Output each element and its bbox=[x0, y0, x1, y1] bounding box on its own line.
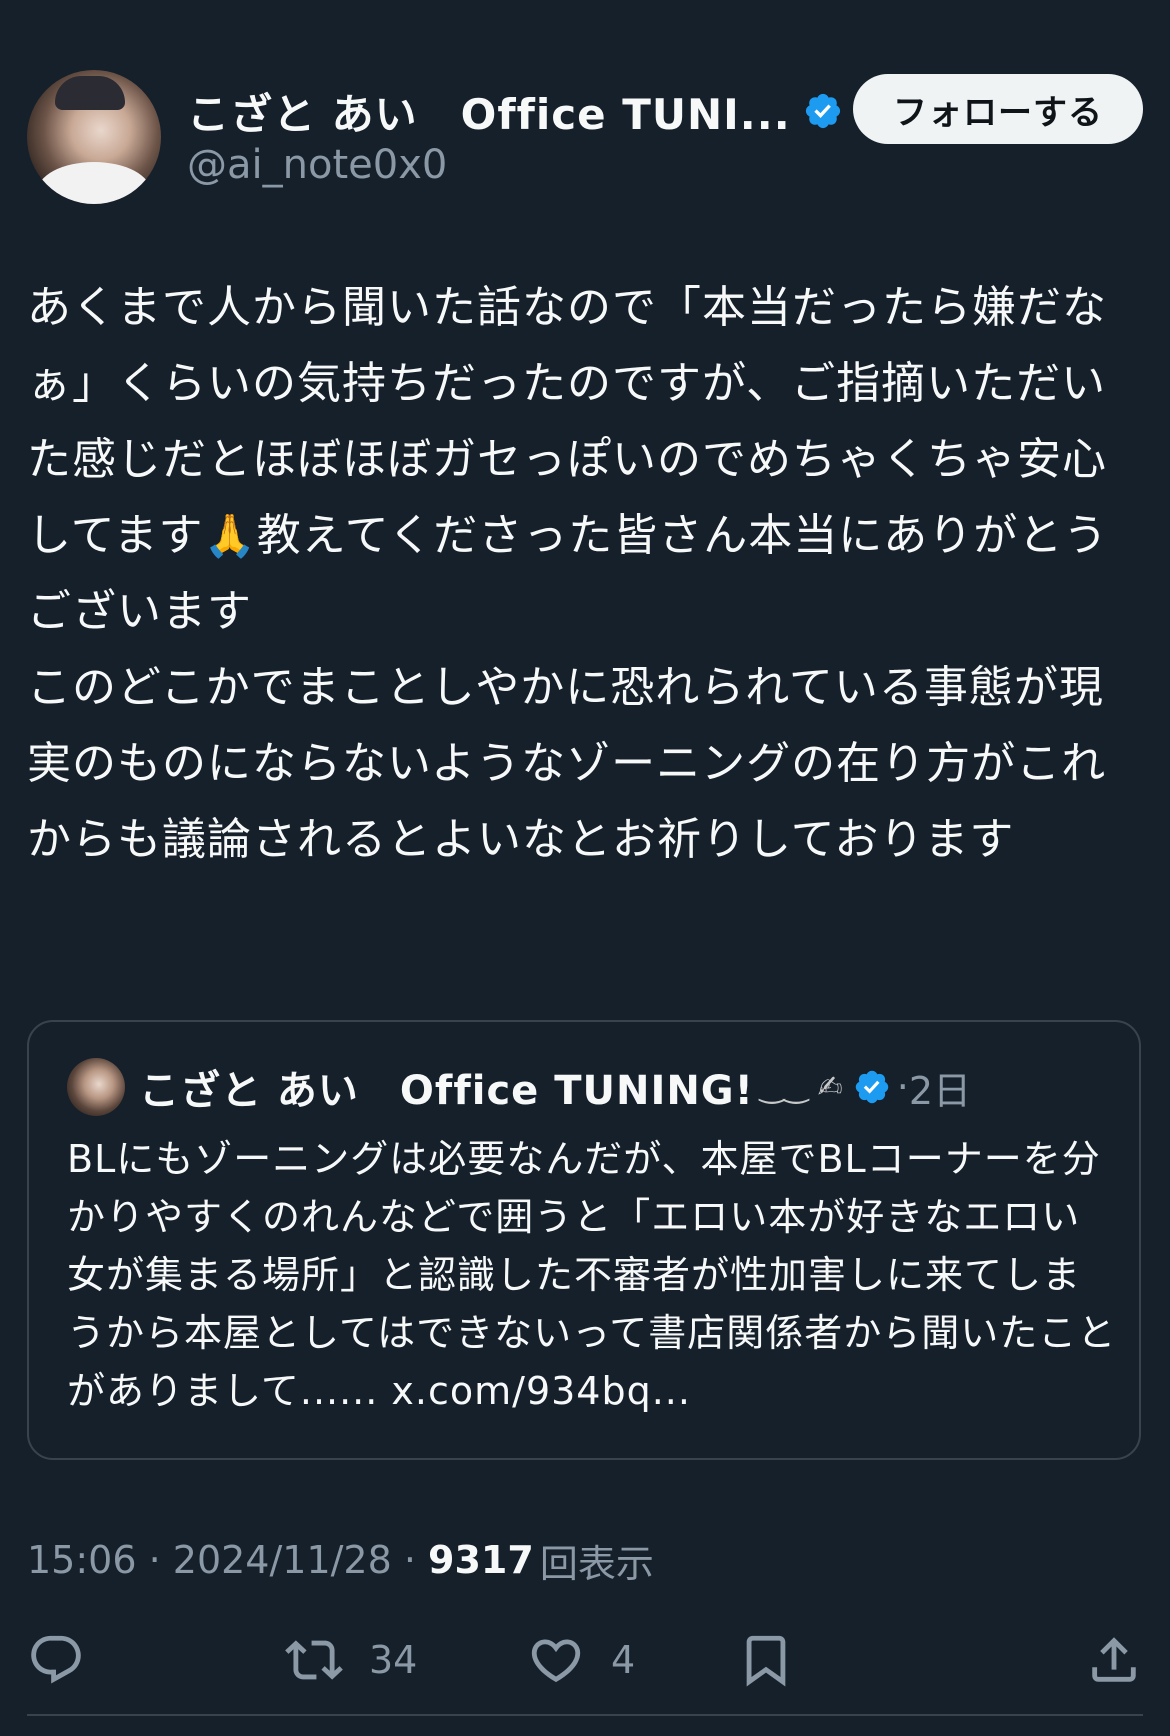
bookmark-button[interactable] bbox=[737, 1625, 795, 1695]
quoted-tweet-date: 2日 bbox=[908, 1068, 972, 1113]
tweet-text: あくまで人から聞いた話なので「本当だったら嫌だなぁ」くらいの気持ちだったのですが… bbox=[27, 270, 1127, 878]
tweet-text-part2: 教えてくださった皆さん本当にありがとうございます このどこかでまことしやかに恐れ… bbox=[27, 510, 1109, 865]
author-handle[interactable]: @ai_note0x0 bbox=[187, 142, 447, 188]
like-count: 4 bbox=[611, 1638, 636, 1682]
share-button[interactable] bbox=[1085, 1625, 1143, 1695]
tweet-meta: 15:06 · 2024/11/28 · 9317 回表示 bbox=[27, 1530, 654, 1590]
views-label: 回表示 bbox=[539, 1541, 654, 1586]
author-name[interactable]: こざと あい Office TUNI... bbox=[187, 81, 791, 142]
quoted-tweet-header: こざと あい Office TUNING! ‿‿ ✍ · 2日 bbox=[67, 1058, 971, 1116]
reply-icon bbox=[31, 1635, 81, 1684]
verified-badge-icon bbox=[805, 93, 840, 129]
quoted-tweet-text: BLにもゾーニングは必要なんだが、本屋でBLコーナーを分かりやすくのれんなどで囲… bbox=[67, 1137, 1117, 1413]
like-button[interactable]: 4 bbox=[527, 1625, 635, 1695]
follow-button[interactable]: フォローする bbox=[853, 74, 1143, 144]
meta-separator: · bbox=[136, 1538, 173, 1582]
avatar-cap-shape bbox=[55, 76, 125, 110]
tweet-time[interactable]: 15:06 bbox=[27, 1538, 137, 1582]
avatar-shirt-shape bbox=[37, 162, 151, 204]
tweet-date[interactable]: 2024/11/28 bbox=[173, 1538, 392, 1582]
quoted-tweet[interactable]: こざと あい Office TUNING! ‿‿ ✍ · 2日 BLにもゾーニン… bbox=[27, 1020, 1141, 1460]
quoted-date-separator: · bbox=[896, 1065, 909, 1109]
bookmark-icon bbox=[746, 1635, 786, 1687]
author-avatar[interactable] bbox=[27, 70, 161, 204]
praying-hands-emoji: 🙏 bbox=[203, 511, 257, 560]
views-count: 9317 bbox=[428, 1538, 534, 1582]
action-bar: 34 4 bbox=[27, 1625, 1143, 1695]
heart-icon bbox=[531, 1639, 581, 1683]
meta-separator: · bbox=[391, 1538, 429, 1582]
quoted-name-decoration: ‿‿ ✍ bbox=[759, 1069, 843, 1105]
retweet-button[interactable]: 34 bbox=[285, 1625, 417, 1695]
quoted-verified-badge-icon bbox=[855, 1070, 889, 1104]
bottom-divider bbox=[27, 1714, 1143, 1716]
retweet-count: 34 bbox=[369, 1638, 418, 1682]
share-icon bbox=[1092, 1637, 1136, 1682]
tweet-header: こざと あい Office TUNI... @ai_note0x0 フォローする bbox=[27, 70, 1143, 206]
quoted-author-name: こざと あい Office TUNING! bbox=[139, 1068, 754, 1114]
retweet-icon bbox=[285, 1640, 343, 1680]
author-name-row[interactable]: こざと あい Office TUNI... bbox=[187, 84, 843, 139]
reply-button[interactable] bbox=[27, 1625, 85, 1695]
quoted-author-avatar bbox=[67, 1058, 125, 1116]
